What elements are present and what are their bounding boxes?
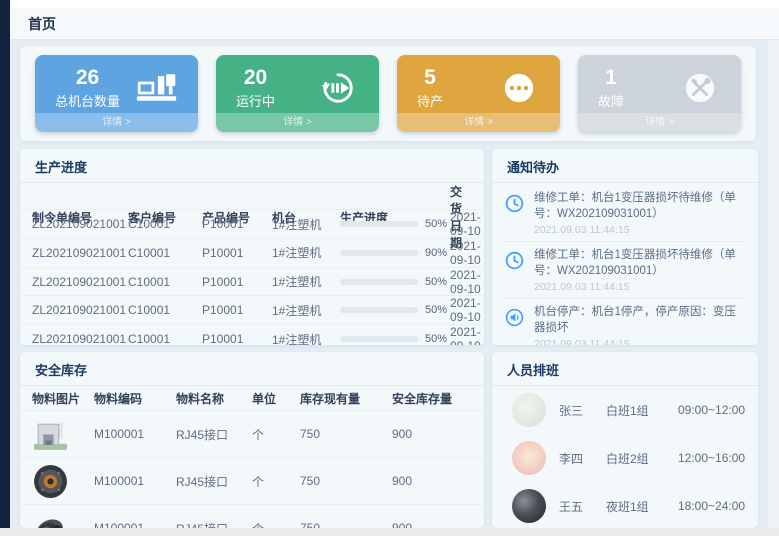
production-table-header: 制令单编号 客户编号 产品编号 机台 生产进度 交货日期 (20, 183, 484, 209)
safety-inventory-title: 安全库存 (20, 352, 484, 386)
running-value: 20 (244, 65, 267, 90)
pending-detail-link[interactable]: 详情 > (397, 113, 560, 132)
notification-item[interactable]: 维修工单：机台1变压器损坏待维修（单号：WX202109031001） 2021… (504, 185, 746, 242)
avatar (512, 441, 546, 475)
card-fault[interactable]: 1 故障 详情 > (578, 55, 741, 132)
card-running[interactable]: 20 运行中 详情 > (216, 55, 379, 132)
card-total-machines[interactable]: 26 总机台数量 详情 > (35, 55, 198, 132)
top-window-strip (10, 0, 779, 8)
personnel-schedule-panel: 人员排班 张三 白班1组 09:00~12:00 李四 白班2组 12:00~1… (492, 352, 758, 528)
notification-time: 2021.09.03 11:44:15 (534, 338, 746, 345)
progress-bar: 50% (340, 304, 450, 316)
production-row[interactable]: ZL202109021001 C10001 P10001 1#注塑机 50% 2… (20, 295, 484, 324)
machine-icon (136, 71, 178, 105)
running-detail-link[interactable]: 详情 > (216, 113, 379, 132)
clock-icon (504, 191, 526, 236)
inventory-row[interactable]: M100001 RJ45接口 个 750 900 (20, 457, 484, 504)
speaker-icon (504, 305, 526, 345)
vertical-scrollbar[interactable] (768, 40, 779, 528)
production-row[interactable]: ZL202109021001 C10001 P10001 1#注塑机 50% 2… (20, 324, 484, 345)
page-header: 首页 (10, 8, 779, 40)
total-machines-value: 26 (76, 65, 99, 90)
clock-icon (504, 248, 526, 293)
card-pending[interactable]: 5 待产 详情 > (397, 55, 560, 132)
speaker-front-image (32, 463, 69, 500)
production-row[interactable]: ZL202109021001 C10001 P10001 1#注塑机 50% 2… (20, 267, 484, 296)
notification-item[interactable]: 维修工单：机台1变压器损坏待维修（单号：WX202109031001） 2021… (504, 242, 746, 299)
fault-icon (679, 71, 721, 105)
notifications-panel: 通知待办 维修工单：机台1变压器损坏待维修（单号：WX202109031001）… (492, 149, 758, 345)
collapsed-sidebar-edge (0, 0, 10, 536)
avatar (512, 393, 546, 427)
total-machines-detail-link[interactable]: 详情 > (35, 113, 198, 132)
progress-bar: 50% (340, 276, 450, 288)
production-progress-title: 生产进度 (20, 149, 484, 183)
running-icon (317, 71, 359, 105)
total-machines-label: 总机台数量 (55, 91, 120, 110)
avatar (512, 489, 546, 523)
speaker-side-image (32, 510, 69, 529)
rj45-connector-image (32, 416, 69, 453)
inventory-row[interactable]: M100001 RJ45接口 个 750 900 (20, 504, 484, 528)
inventory-table-header: 物料图片 物料编码 物料名称 单位 库存现有量 安全库存量 (20, 386, 484, 410)
progress-bar: 50% (340, 333, 450, 345)
notification-time: 2021.09.03 11:44:15 (534, 224, 746, 236)
horizontal-scrollbar[interactable] (0, 528, 779, 536)
production-progress-panel: 生产进度 制令单编号 客户编号 产品编号 机台 生产进度 交货日期 ZL2021… (20, 149, 484, 345)
notification-item[interactable]: 机台停产：机台1停产，停产原因：变压器损坏 2021.09.03 11:44:1… (504, 299, 746, 345)
running-label: 运行中 (236, 91, 275, 110)
pending-label: 待产 (417, 91, 443, 110)
pending-icon (498, 71, 540, 105)
production-row[interactable]: ZL202109021001 C10001 P10001 1#注塑机 90% 2… (20, 238, 484, 267)
stat-cards-panel: 26 总机台数量 详情 > 20 运行中 (20, 46, 756, 141)
progress-bar: 50% (340, 218, 450, 230)
schedule-row[interactable]: 张三 白班1组 09:00~12:00 (492, 386, 758, 434)
fault-value: 1 (605, 65, 617, 90)
fault-label: 故障 (598, 91, 624, 110)
notification-time: 2021.09.03 11:44:15 (534, 281, 746, 293)
progress-bar: 90% (340, 247, 450, 259)
fault-detail-link[interactable]: 详情 > (578, 113, 741, 132)
schedule-row[interactable]: 王五 夜班1组 18:00~24:00 (492, 482, 758, 528)
pending-value: 5 (424, 65, 436, 90)
safety-inventory-panel: 安全库存 物料图片 物料编码 物料名称 单位 库存现有量 安全库存量 M1000… (20, 352, 484, 528)
schedule-row[interactable]: 李四 白班2组 12:00~16:00 (492, 434, 758, 482)
page-title: 首页 (28, 14, 56, 34)
notifications-title: 通知待办 (492, 149, 758, 183)
inventory-row[interactable]: M100001 RJ45接口 个 750 900 (20, 410, 484, 457)
personnel-schedule-title: 人员排班 (492, 352, 758, 386)
